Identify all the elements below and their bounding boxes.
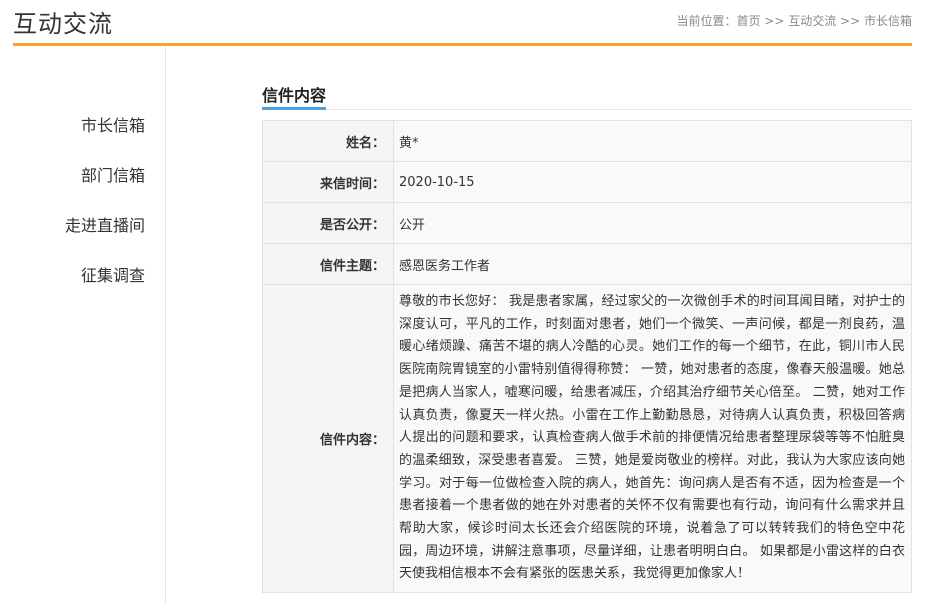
public-label: 是否公开： <box>262 202 394 244</box>
page-title: 互动交流 <box>13 10 113 38</box>
page-header: 互动交流 当前位置：首页 >> 互动交流 >> 市长信箱 <box>0 0 931 46</box>
sidebar-item-survey[interactable]: 征集调查 <box>81 262 145 286</box>
table-row: 姓名： 黄* <box>262 120 912 162</box>
breadcrumb-separator: >> <box>836 14 864 28</box>
table-row: 是否公开： 公开 <box>262 202 912 244</box>
section-header: 信件内容 <box>262 80 912 110</box>
breadcrumb-interaction-link[interactable]: 互动交流 <box>788 14 836 28</box>
name-label: 姓名： <box>262 120 394 162</box>
content-label: 信件内容： <box>262 283 394 594</box>
letter-info-table: 姓名： 黄* 来信时间： 2020-10-15 是否公开： 公开 信件主题： 感… <box>262 120 912 594</box>
table-row: 信件主题： 感恩医务工作者 <box>262 243 912 285</box>
sidebar-item-mayor-mailbox[interactable]: 市长信箱 <box>81 112 145 136</box>
subject-label: 信件主题： <box>262 243 394 285</box>
date-label: 来信时间： <box>262 161 394 203</box>
main-content: 信件内容 姓名： 黄* 来信时间： 2020-10-15 是否公开： 公开 信件… <box>262 80 912 594</box>
sidebar-item-live-room[interactable]: 走进直播间 <box>65 212 145 236</box>
breadcrumb: 当前位置：首页 >> 互动交流 >> 市长信箱 <box>676 12 912 29</box>
public-value: 公开 <box>393 202 912 244</box>
table-row: 来信时间： 2020-10-15 <box>262 161 912 203</box>
name-value: 黄* <box>393 120 912 162</box>
date-value: 2020-10-15 <box>393 161 912 203</box>
sidebar-item-department-mailbox[interactable]: 部门信箱 <box>81 162 145 186</box>
breadcrumb-home-link[interactable]: 首页 <box>736 14 760 28</box>
section-title: 信件内容 <box>262 86 327 105</box>
sidebar: 市长信箱 部门信箱 走进直播间 征集调查 <box>13 46 166 604</box>
breadcrumb-mayor-mailbox-link[interactable]: 市长信箱 <box>864 14 912 28</box>
letter-content-text: 尊敬的市长您好： 我是患者家属，经过家父的一次微创手术的时间耳闻目睹，对护士的深… <box>393 283 912 594</box>
subject-value: 感恩医务工作者 <box>393 243 912 285</box>
table-row: 信件内容： 尊敬的市长您好： 我是患者家属，经过家父的一次微创手术的时间耳闻目睹… <box>262 283 912 594</box>
breadcrumb-prefix: 当前位置： <box>676 14 737 28</box>
section-title-underline <box>262 107 326 110</box>
breadcrumb-separator: >> <box>760 14 789 28</box>
